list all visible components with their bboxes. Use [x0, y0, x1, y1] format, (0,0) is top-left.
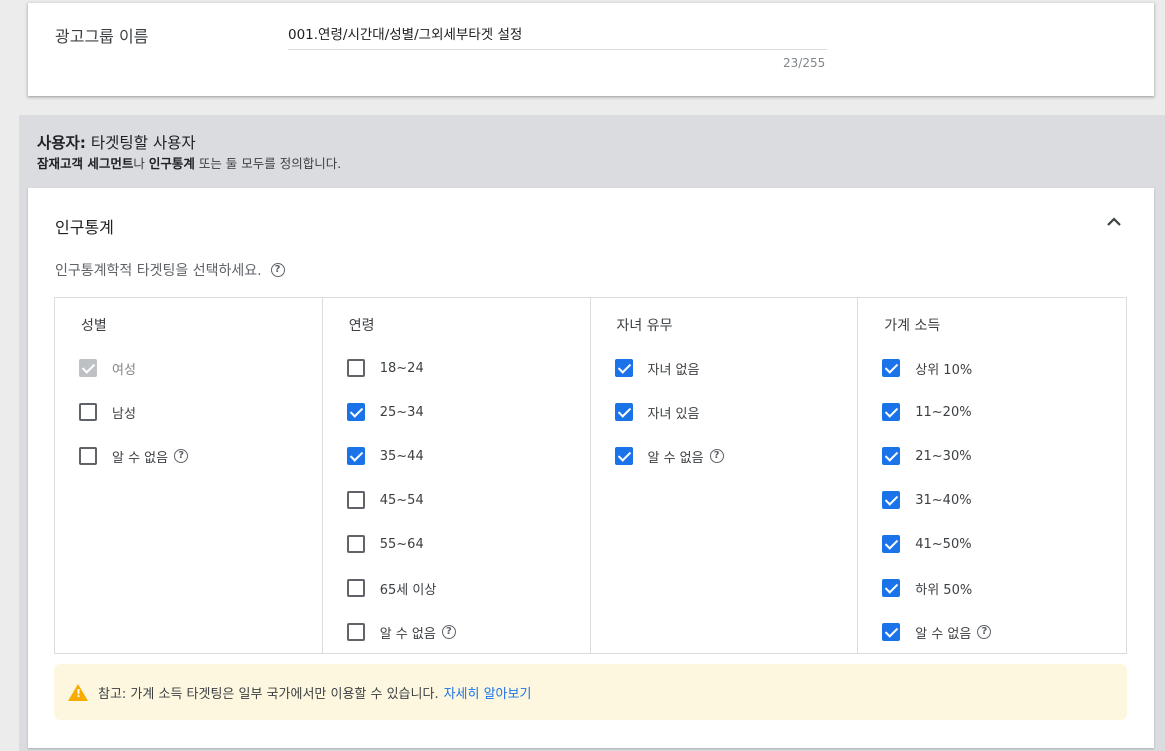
option-household-income[interactable]: 21~30%	[882, 445, 972, 467]
column-gender: 성별여성남성알 수 없음?	[55, 298, 323, 653]
help-circle-icon[interactable]: ?	[977, 625, 992, 639]
option-household-income[interactable]: 41~50%	[882, 533, 972, 555]
option-label: 상위 10%	[915, 362, 973, 378]
column-header: 가계 소득	[884, 318, 941, 334]
option-household-income[interactable]: 상위 10%	[882, 357, 972, 379]
chevron-up-icon[interactable]	[1104, 212, 1124, 232]
audience-title-rest: 타겟팅할 사용자	[85, 134, 196, 152]
income-note: ! 참고: 가계 소득 타겟팅은 일부 국가에서만 이용할 수 있습니다. 자세…	[54, 664, 1127, 720]
help-circle-icon[interactable]: ?	[709, 449, 724, 463]
column-household-income: 가계 소득상위 10% 11~20% 21~30% 31~40% 41~50% 하위 50…	[858, 298, 1126, 653]
option-household-income[interactable]: 하위 50%	[882, 577, 972, 599]
checkbox[interactable]	[882, 359, 901, 377]
option-label: 55~64	[379, 536, 424, 552]
option-gender: 여성	[79, 357, 136, 379]
option-label: 남성	[112, 406, 136, 422]
audience-sub-text2: 또는 둘 모두를 정의합니다.	[194, 156, 342, 171]
ad-group-card: 광고그룹 이름 001.연령/시간대/성별/그외세부타겟 설정 23/255	[28, 3, 1154, 96]
option-household-income[interactable]: 알 수 없음?	[882, 621, 992, 643]
option-label: 18~24	[379, 360, 424, 376]
audience-title-bold: 사용자:	[37, 134, 86, 152]
checkbox[interactable]	[882, 403, 901, 421]
option-age[interactable]: 65세 이상	[346, 577, 437, 599]
column-header: 성별	[81, 318, 107, 334]
column-age: 연령 18~24 25~34 35~44 45~54 55~64 65세 이상알 수 없음?	[323, 298, 591, 653]
checkbox[interactable]	[882, 579, 901, 597]
option-label: 자녀 있음	[647, 406, 700, 422]
option-label: 알 수 없음	[379, 626, 436, 642]
audience-subtitle: 잠재고객 세그먼트나 인구통계 또는 둘 모두를 정의합니다.	[37, 153, 341, 172]
note-text: 참고: 가계 소득 타겟팅은 일부 국가에서만 이용할 수 있습니다.	[98, 686, 439, 702]
option-parental-status[interactable]: 자녀 없음	[614, 357, 700, 379]
option-label: 31~40%	[915, 492, 972, 508]
ad-group-name-input[interactable]: 001.연령/시간대/성별/그외세부타겟 설정	[288, 23, 827, 50]
option-gender[interactable]: 알 수 없음?	[79, 445, 189, 467]
column-header: 연령	[348, 318, 375, 334]
checkbox[interactable]	[79, 447, 97, 465]
help-circle-icon[interactable]: ?	[270, 263, 285, 277]
option-label: 하위 50%	[915, 582, 973, 598]
learn-more-link[interactable]: 자세히 알아보기	[444, 683, 532, 702]
checkbox[interactable]	[346, 447, 365, 465]
demographics-card: 인구통계 인구통계학적 타겟팅을 선택하세요. ? 성별 여성 남성 알 수 없음? 연…	[28, 188, 1154, 748]
checkbox[interactable]	[882, 623, 901, 641]
option-age[interactable]: 35~44	[346, 445, 424, 467]
audience-title: 사용자: 타겟팅할 사용자	[37, 131, 196, 153]
checkbox[interactable]	[346, 623, 365, 641]
demographics-grid: 성별여성남성알 수 없음? 연령 18~24 25~34 35~44 45~54 55~64…	[54, 297, 1127, 654]
audience-sub-bold1: 잠재고객 세그먼트	[37, 156, 134, 171]
option-household-income[interactable]: 31~40%	[882, 489, 972, 511]
option-label: 알 수 없음	[112, 450, 169, 466]
option-label: 65세 이상	[379, 582, 437, 598]
checkbox[interactable]	[882, 535, 901, 553]
checkbox[interactable]	[346, 535, 365, 553]
column-parental-status: 자녀 유무자녀 없음자녀 있음알 수 없음?	[591, 298, 859, 653]
option-label: 알 수 없음	[915, 626, 972, 642]
option-age[interactable]: 알 수 없음?	[346, 621, 456, 643]
checkbox[interactable]	[346, 579, 365, 597]
option-label: 21~30%	[915, 448, 972, 464]
option-label: 자녀 없음	[647, 362, 700, 378]
option-age[interactable]: 18~24	[346, 357, 424, 379]
checkbox[interactable]	[614, 403, 633, 421]
checkbox[interactable]	[614, 447, 633, 465]
checkbox	[79, 359, 97, 377]
audience-sub-text1: 나	[133, 156, 149, 171]
checkbox[interactable]	[882, 491, 901, 509]
char-counter: 23/255	[783, 56, 826, 70]
option-label: 35~44	[379, 448, 424, 464]
demographics-description: 인구통계학적 타겟팅을 선택하세요. ?	[55, 260, 285, 280]
option-label: 41~50%	[915, 536, 972, 552]
checkbox[interactable]	[79, 403, 97, 421]
checkbox[interactable]	[346, 491, 365, 509]
option-parental-status[interactable]: 자녀 있음	[614, 401, 700, 423]
help-circle-icon[interactable]: ?	[441, 625, 456, 639]
checkbox[interactable]	[346, 403, 365, 421]
ad-group-name-label: 광고그룹 이름	[55, 27, 149, 46]
checkbox[interactable]	[614, 359, 633, 377]
help-circle-icon[interactable]: ?	[174, 449, 189, 463]
audience-sub-bold2: 인구통계	[148, 156, 195, 171]
option-age[interactable]: 55~64	[346, 533, 424, 555]
option-label: 45~54	[379, 492, 424, 508]
option-age[interactable]: 25~34	[346, 401, 424, 423]
option-household-income[interactable]: 11~20%	[882, 401, 972, 423]
option-label: 여성	[112, 362, 136, 378]
option-label: 25~34	[379, 404, 424, 420]
option-label: 11~20%	[915, 404, 972, 420]
demographics-description-text: 인구통계학적 타겟팅을 선택하세요.	[55, 263, 262, 279]
warning-icon: !	[68, 683, 88, 701]
option-parental-status[interactable]: 알 수 없음?	[614, 445, 724, 467]
checkbox[interactable]	[346, 359, 365, 377]
option-age[interactable]: 45~54	[346, 489, 424, 511]
demographics-title: 인구통계	[55, 218, 114, 237]
checkbox[interactable]	[882, 447, 901, 465]
option-gender[interactable]: 남성	[79, 401, 136, 423]
option-label: 알 수 없음	[647, 450, 704, 466]
column-header: 자녀 유무	[616, 318, 673, 334]
